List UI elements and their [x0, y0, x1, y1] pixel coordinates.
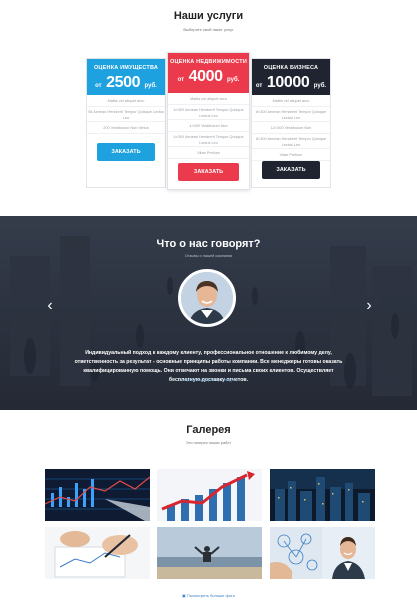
feature-row: Vitae Pretium: [168, 147, 249, 159]
gallery-tile-tablet-hand[interactable]: [270, 527, 322, 579]
testimonials-section: Что о нас говорят? Отзывы о нашей компан…: [0, 216, 417, 410]
price-currency: руб.: [144, 83, 157, 89]
man-portrait-image: [181, 272, 233, 324]
feature-row: Mattis vel aliquet arcu: [252, 95, 330, 107]
gallery-tile-finance-chart[interactable]: [45, 469, 150, 521]
gallery-tile-smiling-man[interactable]: [322, 527, 375, 579]
feature-row: 200 Vestibulum Non Metus: [87, 122, 165, 134]
testimonials-title: Что о нас говорят?: [156, 238, 261, 250]
more-photos-label: Посмотреть больше фото: [186, 593, 235, 598]
feature-row: 12×300 Vestibulum Non: [252, 122, 330, 134]
gallery-tile-red-arrow[interactable]: [157, 469, 262, 521]
price-value: 2500: [106, 74, 141, 91]
testimonial-author[interactable]: Генеральный директор "ОкоДом": [0, 378, 417, 382]
feature-row: 4×300 Aenean Hendrerit Tempor Quisque Le…: [168, 132, 249, 147]
pricing-card-header: ОЦЕНКА ИМУЩЕСТВА от 2500 руб.: [87, 59, 165, 95]
more-photos-link[interactable]: ▣ Посмотреть больше фото: [0, 593, 417, 598]
gallery-tile-businessman-beach[interactable]: [157, 527, 262, 579]
feature-row: Vitae Pretium: [252, 149, 330, 161]
pricing-card-price: от 10000 руб.: [252, 74, 330, 92]
price-prefix: от: [177, 77, 185, 83]
pricing-card-name: ОЦЕНКА БИЗНЕСА: [263, 65, 319, 71]
price-currency: руб.: [313, 83, 327, 89]
price-prefix: от: [255, 83, 263, 89]
gallery-tile-city-skyline[interactable]: [270, 469, 375, 521]
feature-row: 8×300 Aenean Hendrerit Tempor Quisque Le…: [252, 107, 330, 122]
pricing-card-name: ОЦЕНКА НЕДВИЖИМОСТИ: [169, 59, 247, 65]
order-button[interactable]: ЗАКАЗАТЬ: [97, 143, 155, 161]
feature-row: 4×300 Aenean Hendrerit Tempor Quisque Le…: [168, 105, 249, 120]
pricing-card-price: от 2500 руб.: [87, 74, 165, 92]
camera-icon: ▣: [182, 593, 186, 598]
feature-row: 8×300 Aenean Hendrerit Tempor Quisque Le…: [252, 134, 330, 149]
feature-row: Sit Aenean Hendrerit Tempor Quisque Lect…: [87, 107, 165, 122]
pricing-card-property: ОЦЕНКА ИМУЩЕСТВА от 2500 руб. Mattis vel…: [86, 58, 166, 188]
testimonials-subtitle: Отзывы о нашей компании: [184, 254, 233, 258]
pricing-card-price: от 4000 руб.: [168, 68, 249, 86]
pricing-card-name: ОЦЕНКА ИМУЩЕСТВА: [93, 65, 159, 71]
services-section: Наши услуги Выберите свой пакет услуг ОЦ…: [0, 0, 417, 216]
feature-row: Mattis vel aliquet arcu: [168, 93, 249, 105]
feature-row: Mattis vel aliquet arcu: [87, 95, 165, 107]
prev-arrow-icon[interactable]: ‹: [45, 297, 55, 315]
pricing-card-header: ОЦЕНКА БИЗНЕСА от 10000 руб.: [252, 59, 330, 95]
pricing-card-header: ОЦЕНКА НЕДВИЖИМОСТИ от 4000 руб.: [168, 53, 249, 93]
order-button[interactable]: ЗАКАЗАТЬ: [262, 161, 320, 179]
gallery-tile-hands-writing[interactable]: [45, 527, 150, 579]
gallery-title: Галерея: [186, 424, 231, 436]
feature-row: 4×300 Vestibulum Non: [168, 120, 249, 132]
pricing-card-business: ОЦЕНКА БИЗНЕСА от 10000 руб. Mattis vel …: [251, 58, 331, 188]
next-arrow-icon[interactable]: ›: [364, 297, 374, 315]
gallery-subtitle: Это галерея наших работ: [185, 441, 232, 445]
order-button[interactable]: ЗАКАЗАТЬ: [178, 163, 239, 181]
price-currency: руб.: [227, 77, 240, 83]
testimonial-avatar: [178, 269, 236, 327]
price-value: 4000: [188, 68, 223, 85]
pricing-card-realestate: ОЦЕНКА НЕДВИЖИМОСТИ от 4000 руб. Mattis …: [167, 52, 250, 190]
services-subtitle: Выберите свой пакет услуг: [183, 27, 234, 32]
price-value: 10000: [266, 74, 310, 91]
services-title: Наши услуги: [173, 10, 244, 22]
price-prefix: от: [95, 83, 102, 89]
